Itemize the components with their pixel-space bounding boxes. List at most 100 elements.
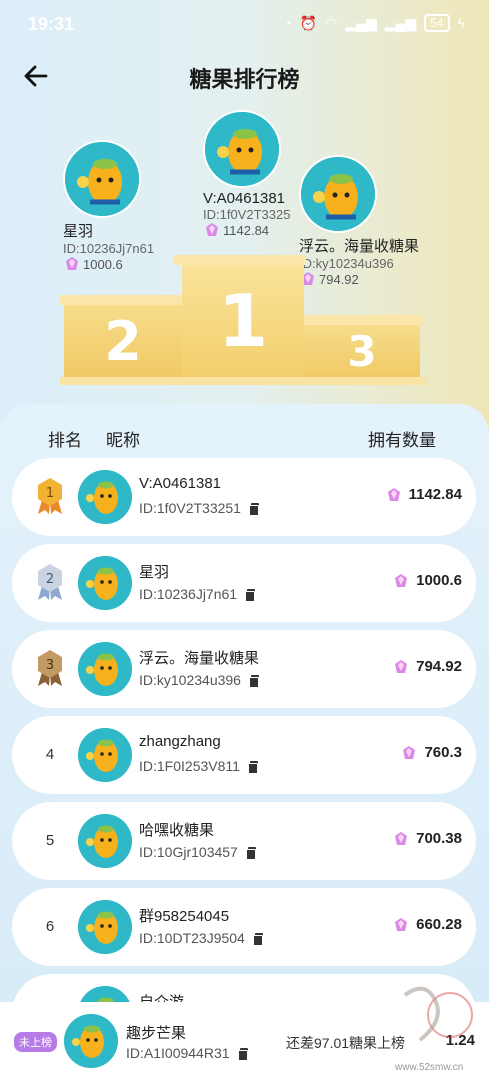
table-row[interactable]: 4 zhangzhang ID:1F0I253V811 760.3 <box>12 716 476 794</box>
copy-icon[interactable] <box>245 588 256 602</box>
row-amount: 1000.6 <box>416 572 462 589</box>
row-rank: 4 <box>45 745 55 763</box>
avatar <box>78 814 132 868</box>
row-name: 星羽 <box>139 564 170 581</box>
table-row[interactable]: 3 浮云。海量收糖果 ID:ky10234u396 794.92 <box>12 630 476 708</box>
podium-first-block: 1 <box>182 265 304 377</box>
row-id: ID:1F0I253V811 <box>139 758 240 774</box>
row-id-line: ID:10DT23J9504 <box>139 930 263 946</box>
row-id-line: ID:1F0I253V811 <box>139 758 258 774</box>
unranked-badge: 未上榜 <box>14 1032 57 1052</box>
status-bar: 19:31 ◔ ⏰ ◠ ▂▄▆ ▂▄▆ 54 ϟ <box>0 0 489 50</box>
copy-icon[interactable] <box>245 846 256 860</box>
avatar <box>78 900 132 954</box>
copy-icon[interactable] <box>247 760 258 774</box>
watermark-seal-icon <box>403 986 473 1042</box>
candy-gem-icon <box>395 831 408 845</box>
silver-medal-icon: 2 <box>32 562 68 602</box>
row-id: ID:10236Jj7n61 <box>139 586 238 602</box>
my-id-line: ID:A1I00944R31 <box>126 1045 248 1061</box>
row-id: ID:1f0V2T33251 <box>139 500 241 516</box>
podium-third-block: 3 <box>304 325 420 377</box>
candy-gem-icon <box>387 487 400 501</box>
status-time: 19:31 <box>28 14 75 34</box>
row-id-line: ID:10236Jj7n61 <box>139 586 256 602</box>
watermark-url: www.52smw.cn <box>395 1062 464 1073</box>
signal-icon: ▂▄▆ <box>345 14 377 31</box>
row-amount-line: 660.28 <box>392 916 462 933</box>
charging-icon: ϟ <box>457 15 465 31</box>
candy-gem-icon <box>395 573 408 587</box>
table-row[interactable]: 1 V:A0461381 ID:1f0V2T33251 1142.84 <box>12 458 476 536</box>
podium-first-user[interactable]: V:A0461381 ID:1f0V2T3325 1142.84 <box>203 110 290 238</box>
podium-first-amount-row: 1142.84 <box>203 222 290 238</box>
podium-third-name: 浮云。海量收糖果 <box>299 238 420 255</box>
copy-icon[interactable] <box>252 932 263 946</box>
candy-gem-icon <box>206 223 218 236</box>
podium-second-id: ID:10236Jj7n61 <box>63 241 155 256</box>
table-row[interactable]: 2 星羽 ID:10236Jj7n61 1000.6 <box>12 544 476 622</box>
table-row[interactable]: 6 群958254045 ID:10DT23J9504 660.28 <box>12 888 476 966</box>
status-icons: ◔ ⏰ ◠ ▂▄▆ ▂▄▆ 54 ϟ <box>283 14 465 32</box>
podium-second-name: 星羽 <box>63 223 94 240</box>
row-id: ID:ky10234u396 <box>139 672 241 688</box>
copy-icon[interactable] <box>248 674 259 688</box>
svg-text:3: 3 <box>46 658 54 673</box>
svg-text:2: 2 <box>46 572 54 587</box>
wifi-icon: ◠ <box>325 14 338 31</box>
podium-second-block: 2 <box>64 305 182 377</box>
row-id-line: ID:10Gjr103457 <box>139 844 256 860</box>
row-name: 浮云。海量收糖果 <box>139 650 260 667</box>
avatar <box>63 140 141 218</box>
row-amount-line: 1142.84 <box>385 486 462 503</box>
avatar <box>78 728 132 782</box>
my-id: ID:A1I00944R31 <box>126 1045 230 1061</box>
row-amount: 1142.84 <box>408 486 462 503</box>
row-amount-line: 760.3 <box>400 744 462 761</box>
avatar <box>78 642 132 696</box>
alarm-icon: ⏰ <box>299 14 318 31</box>
podium-first-name: V:A0461381 <box>203 190 286 207</box>
gap-to-rank-text: 还差97.01糖果上榜 <box>286 1035 406 1051</box>
row-name: 群958254045 <box>139 908 230 925</box>
avatar <box>78 470 132 524</box>
row-amount: 760.3 <box>424 744 462 761</box>
copy-icon[interactable] <box>237 1047 248 1061</box>
avatar <box>203 110 281 188</box>
row-rank: 6 <box>45 917 55 935</box>
podium-first-id: ID:1f0V2T3325 <box>203 207 291 222</box>
row-amount-line: 794.92 <box>392 658 462 675</box>
avatar <box>78 556 132 610</box>
podium-second-user[interactable]: 星羽 ID:10236Jj7n61 1000.6 <box>63 140 154 272</box>
my-name: 趣步芒果 <box>126 1025 187 1042</box>
header-rank: 排名 <box>48 431 82 450</box>
row-amount: 660.28 <box>416 916 462 933</box>
row-amount: 700.38 <box>416 830 462 847</box>
row-amount-line: 1000.6 <box>392 572 462 589</box>
battery-icon: 54 <box>424 14 450 32</box>
bronze-medal-icon: 3 <box>32 648 68 688</box>
row-rank: 5 <box>45 831 55 849</box>
avatar <box>64 1014 118 1068</box>
gold-medal-icon: 1 <box>32 476 68 516</box>
row-id: ID:10DT23J9504 <box>139 930 245 946</box>
row-id-line: ID:1f0V2T33251 <box>139 500 259 516</box>
row-name: zhangzhang <box>139 733 221 750</box>
podium-first-amount: 1142.84 <box>223 222 270 238</box>
row-id-line: ID:ky10234u396 <box>139 672 259 688</box>
row-name: V:A0461381 <box>139 475 222 492</box>
copy-icon[interactable] <box>248 502 259 516</box>
header-nickname: 昵称 <box>106 431 140 450</box>
candy-gem-icon <box>395 659 408 673</box>
row-id: ID:10Gjr103457 <box>139 844 238 860</box>
leaderboard-panel: 排名 昵称 拥有数量 1 V:A0461381 ID:1f0V2T33251 1… <box>0 404 489 1052</box>
row-name: 哈嘿收糖果 <box>139 822 215 839</box>
page-title: 糖果排行榜 <box>189 67 300 92</box>
candy-gem-icon <box>395 917 408 931</box>
row-amount: 794.92 <box>416 658 462 675</box>
podium: 2 1 3 <box>60 255 426 390</box>
signal-icon-2: ▂▄▆ <box>384 14 417 31</box>
table-row[interactable]: 5 哈嘿收糖果 ID:10Gjr103457 700.38 <box>12 802 476 880</box>
data-saver-icon: ◔ <box>283 15 292 31</box>
row-amount-line: 700.38 <box>392 830 462 847</box>
